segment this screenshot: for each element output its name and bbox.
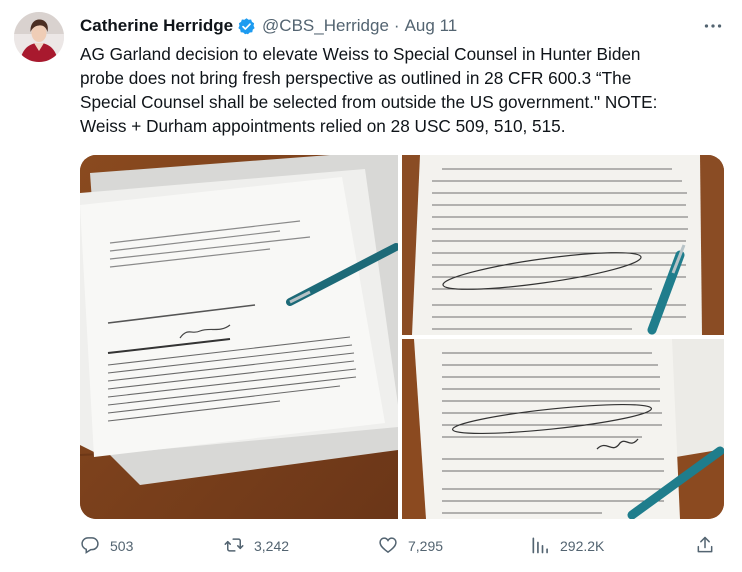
reply-count: 503: [110, 538, 134, 554]
retweet-button[interactable]: 3,242: [224, 532, 289, 560]
separator-dot: ·: [393, 16, 400, 35]
like-button[interactable]: 7,295: [378, 532, 443, 560]
reply-button[interactable]: 503: [80, 532, 133, 560]
action-bar: 503 3,242 7,295 292.2K: [80, 532, 724, 560]
tweet-text: AG Garland decision to elevate Weiss to …: [80, 42, 730, 138]
verified-badge-icon: [237, 17, 256, 36]
retweet-count: 3,242: [254, 538, 290, 554]
tweet-header: Catherine Herridge @CBS_Herridge · Aug 1…: [80, 14, 724, 38]
tweet-text-line: AG Garland decision to elevate Weiss to …: [80, 44, 641, 64]
author-name[interactable]: Catherine Herridge: [80, 16, 233, 36]
tweet-text-line: probe does not bring fresh perspective a…: [80, 68, 632, 88]
share-button[interactable]: [695, 532, 725, 560]
heart-icon: [378, 535, 408, 558]
views-count: 292.2K: [560, 538, 605, 554]
document-photo-3[interactable]: [402, 339, 724, 519]
author-handle[interactable]: @CBS_Herridge: [262, 16, 389, 36]
reply-icon: [80, 535, 110, 558]
share-icon: [695, 535, 725, 558]
views-button[interactable]: 292.2K: [530, 532, 604, 560]
more-options-icon[interactable]: [702, 14, 724, 38]
like-count: 7,295: [408, 538, 444, 554]
avatar[interactable]: [14, 12, 64, 62]
retweet-icon: [224, 535, 254, 558]
tweet-date[interactable]: Aug 11: [405, 16, 458, 36]
document-photo-1[interactable]: [80, 155, 398, 519]
tweet-text-line: Special Counsel shall be selected from o…: [80, 92, 658, 112]
media-grid: [80, 155, 724, 519]
views-chart-icon: [530, 535, 560, 558]
document-photo-2[interactable]: [402, 155, 724, 335]
tweet-text-line: Weiss + Durham appointments relied on 28…: [80, 116, 566, 136]
